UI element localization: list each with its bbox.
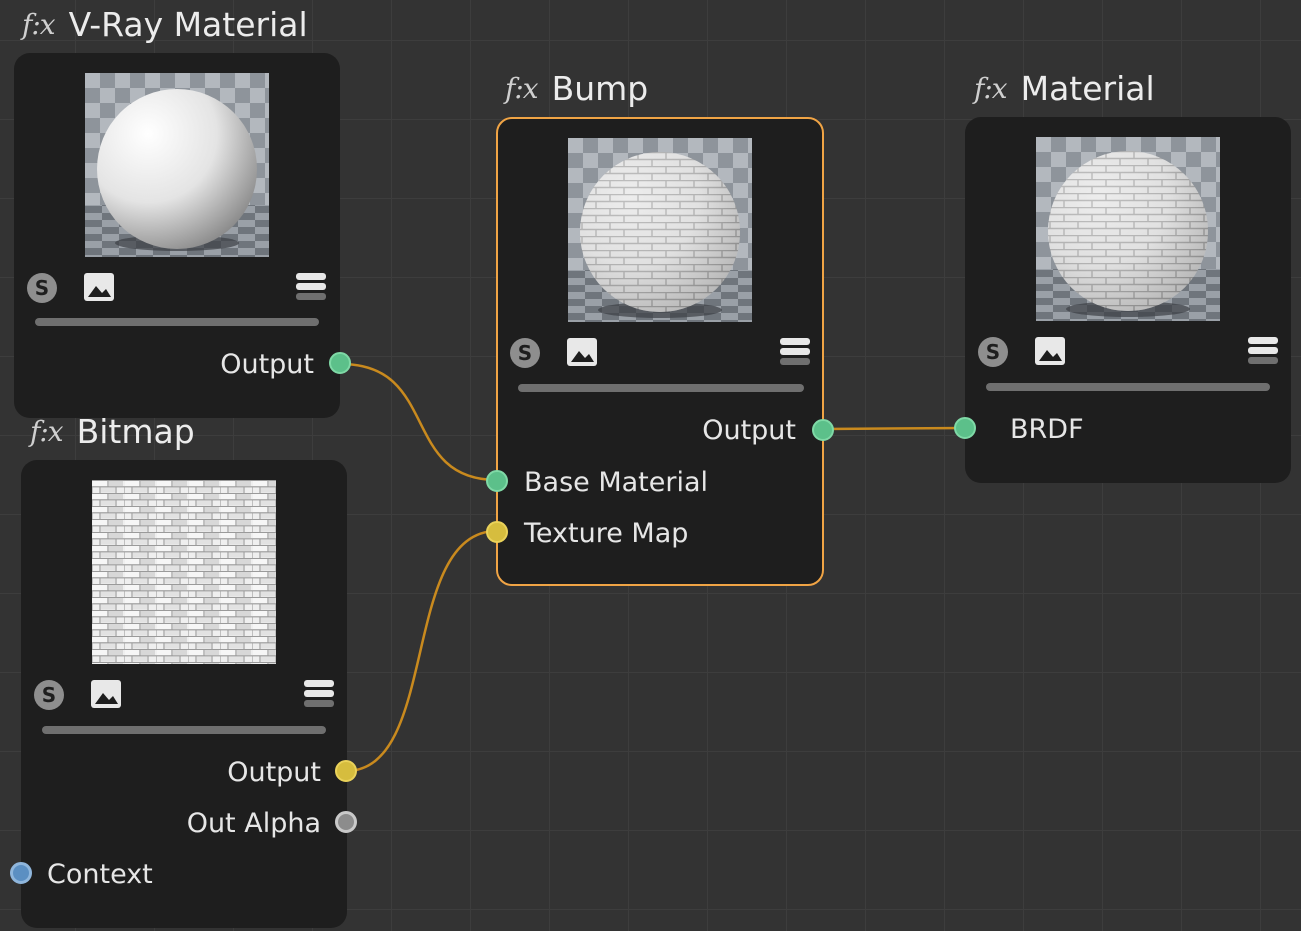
node-vray-material[interactable]: S Output bbox=[14, 53, 351, 418]
wire-bump-to-material-brdf[interactable] bbox=[822, 426, 966, 431]
texture-map-port[interactable] bbox=[486, 521, 508, 543]
output-label: Output bbox=[702, 415, 796, 446]
output-port[interactable] bbox=[812, 419, 834, 441]
output-port[interactable] bbox=[335, 760, 357, 782]
wire-bitmap-to-bump-texture[interactable] bbox=[345, 529, 498, 773]
context-label: Context bbox=[47, 859, 153, 890]
svg-text:S: S bbox=[35, 276, 49, 300]
node-title-vray-material[interactable]: f:x V-Ray Material bbox=[22, 4, 308, 44]
node-title-label: Bitmap bbox=[76, 411, 195, 451]
menu-icon[interactable] bbox=[296, 273, 328, 305]
material-preview bbox=[1036, 137, 1220, 321]
output-label: Output bbox=[227, 757, 321, 788]
s-icon[interactable]: S bbox=[33, 679, 65, 715]
base-material-label: Base Material bbox=[524, 467, 709, 498]
s-icon[interactable]: S bbox=[509, 337, 541, 373]
image-icon[interactable] bbox=[566, 337, 598, 371]
preview-slider[interactable] bbox=[518, 384, 804, 392]
texture-map-label: Texture Map bbox=[524, 518, 689, 549]
preview-slider[interactable] bbox=[35, 318, 319, 326]
context-port[interactable] bbox=[10, 862, 32, 884]
out-alpha-port[interactable] bbox=[335, 811, 357, 833]
fx-icon: f:x bbox=[30, 414, 64, 448]
bitmap-preview bbox=[92, 480, 276, 664]
node-title-label: V-Ray Material bbox=[68, 4, 308, 44]
output-port[interactable] bbox=[329, 352, 351, 374]
out-alpha-label: Out Alpha bbox=[186, 808, 321, 839]
preview-slider[interactable] bbox=[42, 726, 326, 734]
node-title-label: Bump bbox=[551, 68, 649, 108]
preview-slider[interactable] bbox=[986, 383, 1270, 391]
node-title-bitmap[interactable]: f:x Bitmap bbox=[30, 411, 195, 451]
menu-icon[interactable] bbox=[304, 680, 336, 712]
brdf-label: BRDF bbox=[1010, 414, 1084, 445]
base-material-port[interactable] bbox=[486, 470, 508, 492]
bump-preview bbox=[568, 138, 752, 322]
node-title-material[interactable]: f:x Material bbox=[974, 68, 1155, 108]
s-icon[interactable]: S bbox=[26, 272, 58, 308]
fx-icon: f:x bbox=[22, 7, 56, 41]
menu-icon[interactable] bbox=[780, 338, 812, 370]
menu-icon[interactable] bbox=[1248, 337, 1280, 369]
fx-icon: f:x bbox=[974, 71, 1008, 105]
node-title-label: Material bbox=[1020, 68, 1155, 108]
node-bitmap[interactable]: S Output Out Alpha Context bbox=[10, 460, 357, 928]
wire-vray-to-bump-base[interactable] bbox=[340, 362, 498, 482]
output-label: Output bbox=[220, 349, 314, 380]
material-preview bbox=[85, 73, 269, 257]
image-icon[interactable] bbox=[90, 679, 122, 713]
brdf-port[interactable] bbox=[954, 417, 976, 439]
node-title-bump[interactable]: f:x Bump bbox=[505, 68, 648, 108]
svg-text:S: S bbox=[986, 340, 1000, 364]
node-bump[interactable]: S Output Base Material Texture Map bbox=[486, 117, 834, 586]
image-icon[interactable] bbox=[83, 272, 115, 306]
svg-text:S: S bbox=[42, 683, 56, 707]
node-material[interactable]: S BRDF bbox=[954, 117, 1291, 483]
image-icon[interactable] bbox=[1034, 336, 1066, 370]
s-icon[interactable]: S bbox=[977, 336, 1009, 372]
fx-icon: f:x bbox=[505, 71, 539, 105]
svg-text:S: S bbox=[518, 341, 532, 365]
